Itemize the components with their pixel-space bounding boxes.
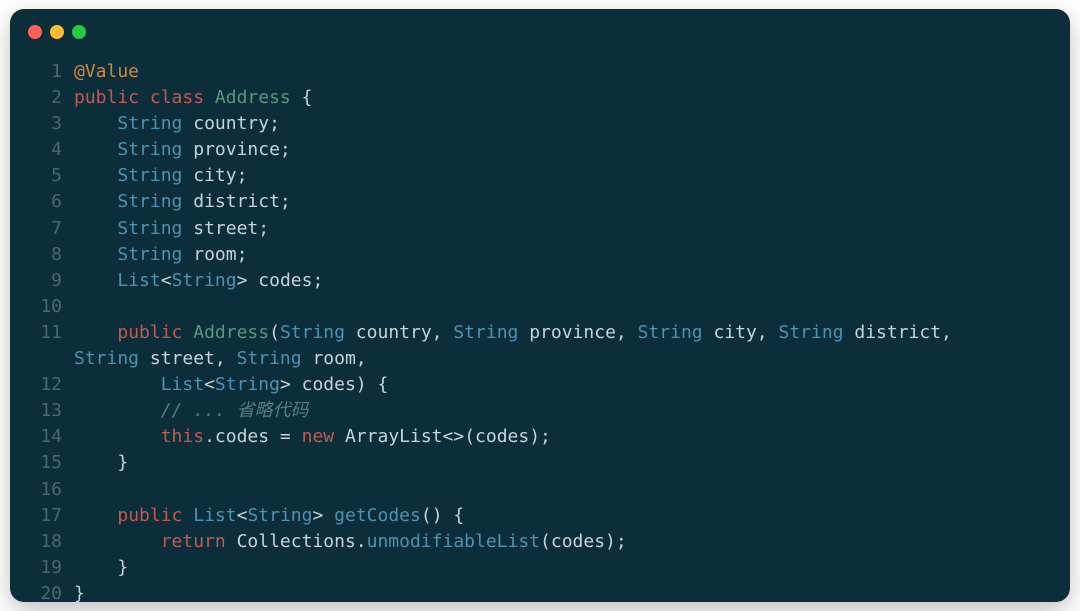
code-content: List<String> codes) {: [74, 372, 388, 398]
line-number: 12: [28, 372, 62, 398]
code-line: 13 // ... 省略代码: [28, 398, 1052, 424]
code-content: String street, String room,: [74, 346, 367, 372]
code-line: 3 String country;: [28, 111, 1052, 137]
line-number: 1: [28, 59, 62, 85]
code-line: 14 this.codes = new ArrayList<>(codes);: [28, 424, 1052, 450]
code-content: String city;: [74, 163, 247, 189]
code-line: 2 public class Address {: [28, 85, 1052, 111]
code-content: String country;: [74, 111, 280, 137]
code-line: 6 String district;: [28, 189, 1052, 215]
code-line: 10: [28, 294, 1052, 320]
code-line: String street, String room,: [28, 346, 1052, 372]
line-number: 19: [28, 555, 62, 581]
code-line: 1 @Value: [28, 59, 1052, 85]
code-content: }: [74, 450, 128, 476]
code-line: 19 }: [28, 555, 1052, 581]
code-line: 8 String room;: [28, 242, 1052, 268]
line-number: 4: [28, 137, 62, 163]
code-line: 4 String province;: [28, 137, 1052, 163]
code-line: 16: [28, 477, 1052, 503]
code-content: return Collections.unmodifiableList(code…: [74, 529, 627, 555]
code-content: List<String> codes;: [74, 268, 323, 294]
line-number: 2: [28, 85, 62, 111]
code-content: @Value: [74, 59, 139, 85]
line-number: 15: [28, 450, 62, 476]
code-line: 15 }: [28, 450, 1052, 476]
code-line: 17 public List<String> getCodes() {: [28, 503, 1052, 529]
line-number: 11: [28, 320, 62, 346]
code-content: // ... 省略代码: [74, 398, 309, 424]
line-number: 16: [28, 477, 62, 503]
code-line: 9 List<String> codes;: [28, 268, 1052, 294]
code-content: String province;: [74, 137, 291, 163]
code-editor[interactable]: 1@Value2public class Address {3 String c…: [10, 55, 1070, 602]
code-content: String room;: [74, 242, 247, 268]
line-number: 18: [28, 529, 62, 555]
code-content: public List<String> getCodes() {: [74, 503, 464, 529]
line-number: 13: [28, 398, 62, 424]
code-line: 12 List<String> codes) {: [28, 372, 1052, 398]
window-titlebar: [10, 9, 1070, 55]
line-number: 20: [28, 581, 62, 602]
line-number: 3: [28, 111, 62, 137]
code-line: 7 String street;: [28, 216, 1052, 242]
code-content: public Address(String country, String pr…: [74, 320, 963, 346]
line-number: 17: [28, 503, 62, 529]
line-number: 14: [28, 424, 62, 450]
code-line: 18 return Collections.unmodifiableList(c…: [28, 529, 1052, 555]
code-content: this.codes = new ArrayList<>(codes);: [74, 424, 551, 450]
minimize-icon[interactable]: [50, 25, 64, 39]
line-number: 10: [28, 294, 62, 320]
zoom-icon[interactable]: [72, 25, 86, 39]
code-line: 5 String city;: [28, 163, 1052, 189]
line-number: 5: [28, 163, 62, 189]
line-number: 9: [28, 268, 62, 294]
close-icon[interactable]: [28, 25, 42, 39]
code-content: }: [74, 555, 128, 581]
code-line: 20}: [28, 581, 1052, 602]
code-line: 11 public Address(String country, String…: [28, 320, 1052, 346]
code-window: 1@Value2public class Address {3 String c…: [10, 9, 1070, 602]
code-content: }: [74, 581, 85, 602]
line-number: 6: [28, 189, 62, 215]
line-number: 8: [28, 242, 62, 268]
code-content: String street;: [74, 216, 269, 242]
line-number: 7: [28, 216, 62, 242]
code-content: public class Address {: [74, 85, 312, 111]
code-content: String district;: [74, 189, 291, 215]
